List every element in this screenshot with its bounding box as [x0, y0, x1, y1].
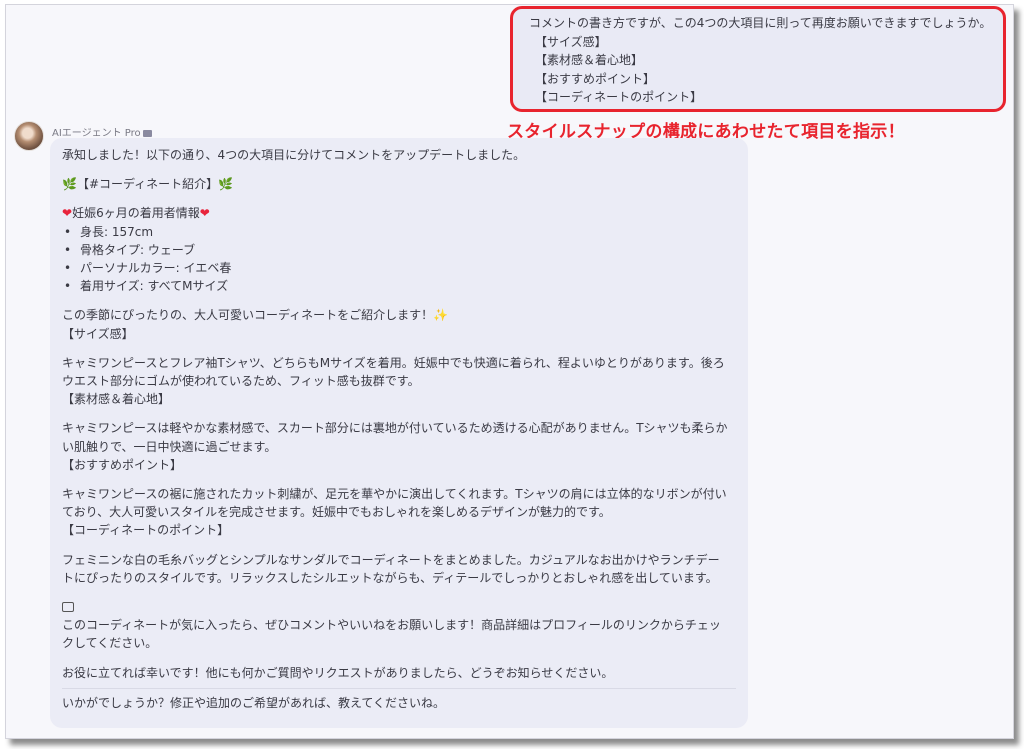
- section-text: キャミワンピースとフレア袖Tシャツ、どちらもMサイズを着用。妊娠中でも快適に着ら…: [62, 355, 725, 370]
- section-text: キャミワンピースは軽やかな素材感で、スカート部分には裏地が付いているため透ける心…: [62, 421, 728, 436]
- heart-icon: ❤: [199, 206, 210, 221]
- list-item: 骨格タイプ: ウェーブ: [62, 241, 748, 259]
- reply-intro-text: この季節にぴったりの、大人可愛いコーディネートをご紹介します！: [62, 308, 434, 323]
- reply-heading: 🌿【#コーディネート紹介】🌿: [62, 175, 748, 193]
- pro-badge-icon: [142, 129, 152, 137]
- section-title: 【素材感＆着心地】: [62, 392, 171, 407]
- heart-icon: ❤: [62, 206, 73, 221]
- user-message-item: 【素材感＆着心地】: [535, 53, 644, 68]
- user-message-intro: コメントの書き方ですが、この4つの大項目に則って再度お願いできますでしょうか。: [529, 16, 992, 30]
- speech-bubble-line: [62, 598, 748, 616]
- list-item: パーソナルカラー: イエベ春: [62, 259, 748, 277]
- divider: [62, 687, 736, 689]
- user-message-item: 【コーディネートのポイント】: [535, 90, 703, 105]
- section-text: フェミニンな白の毛糸バッグとシンプルなサンダルでコーディネートをまとめました。カ…: [62, 552, 720, 567]
- agent-avatar: [14, 121, 44, 151]
- reply-heading-text: 【#コーディネート紹介】: [76, 177, 219, 192]
- user-message-item: 【サイズ感】: [535, 34, 607, 49]
- reply-text: 承知しました！以下の通り、4つの大項目に分けてコメントをアップデートしました。: [62, 148, 526, 162]
- section-text: い肌触りで、一日中快適に過ごせます。: [62, 439, 277, 454]
- list-item: 身長: 157cm: [62, 223, 748, 241]
- leaf-icon: 🌿: [62, 177, 77, 192]
- speech-bubble-icon: [62, 602, 74, 613]
- section-text: ており、大人可愛いスタイルを完成させます。妊娠中でもおしゃれを楽しめるデザインが…: [62, 505, 611, 520]
- section-title: 【サイズ感】: [62, 326, 134, 341]
- closing-text: お役に立てれば幸いです！他にも何かご質問やリクエストがありましたら、どうぞお知ら…: [62, 665, 614, 680]
- agent-name-label: AIエージェント Pro: [52, 124, 152, 139]
- wearer-info-heading: ❤妊娠6ヶ月の着用者情報❤: [62, 204, 748, 222]
- cta-text: このコーディネートが気に入ったら、ぜひコメントやいいねをお願いします！商品詳細は…: [62, 618, 721, 633]
- wearer-info-title: 妊娠6ヶ月の着用者情報: [72, 206, 200, 221]
- list-item: 着用サイズ: すべてMサイズ: [62, 277, 748, 295]
- user-message-bubble: コメントの書き方ですが、この4つの大項目に則って再度お願いできますでしょうか。 …: [510, 6, 1006, 112]
- sparkle-icon: ✨: [433, 308, 449, 323]
- section-title: 【おすすめポイント】: [62, 457, 183, 472]
- leaf-icon: 🌿: [218, 177, 234, 192]
- reply-intro: この季節にぴったりの、大人可愛いコーディネートをご紹介します！✨: [62, 306, 748, 324]
- agent-reply-bubble: 承知しました！以下の通り、4つの大項目に分けてコメントをアップデートしました。 …: [50, 138, 748, 728]
- cta-text: クしてください。: [62, 636, 158, 651]
- section-text: キャミワンピースの裾に施されたカット刺繍が、足元を華やかに演出してくれます。Tシ…: [62, 487, 727, 502]
- user-message-item: 【おすすめポイント】: [535, 71, 656, 86]
- final-question: いかがでしょうか？修正や追加のご希望があれば、教えてくださいね。: [62, 695, 446, 710]
- section-title: 【コーディネートのポイント】: [62, 523, 230, 538]
- section-text: トにぴったりのスタイルです。リラックスしたシルエットながらも、ディテールでしっか…: [62, 570, 718, 585]
- section-text: ウエスト部分にゴムが使われているため、フィット感も抜群です。: [62, 374, 420, 389]
